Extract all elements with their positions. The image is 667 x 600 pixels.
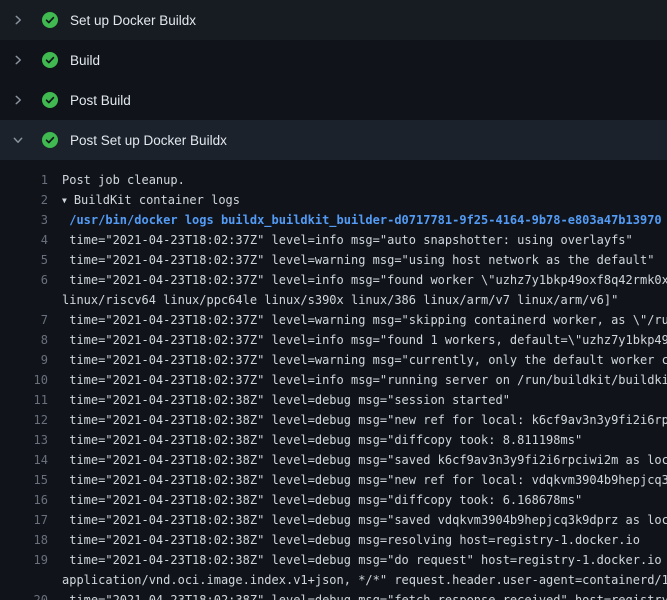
line-number[interactable]: 15 (0, 470, 48, 490)
line-number[interactable]: 4 (0, 230, 48, 250)
line-number[interactable]: 18 (0, 530, 48, 550)
log-line: 19 time="2021-04-23T18:02:38Z" level=deb… (0, 550, 667, 570)
log-text: time="2021-04-23T18:02:37Z" level=warnin… (62, 250, 667, 270)
log-line: 14 time="2021-04-23T18:02:38Z" level=deb… (0, 450, 667, 470)
log-text: ▼ BuildKit container logs (62, 190, 667, 210)
log-line: 20 time="2021-04-23T18:02:38Z" level=deb… (0, 590, 667, 600)
line-number[interactable]: 11 (0, 390, 48, 410)
log-line: 6 time="2021-04-23T18:02:37Z" level=info… (0, 270, 667, 290)
line-number[interactable]: 16 (0, 490, 48, 510)
log-text: time="2021-04-23T18:02:37Z" level=warnin… (62, 350, 667, 370)
log-text: Post job cleanup. (62, 170, 667, 190)
section-header-post-set-up-docker-buildx[interactable]: Post Set up Docker Buildx (0, 120, 667, 160)
log-line: 11 time="2021-04-23T18:02:38Z" level=deb… (0, 390, 667, 410)
section-title: Build (70, 53, 100, 68)
log-text: time="2021-04-23T18:02:38Z" level=debug … (62, 550, 667, 570)
group-label[interactable]: BuildKit container logs (74, 193, 240, 207)
actions-log-viewer: Set up Docker Buildx Build Post Buil (0, 0, 667, 600)
line-number[interactable]: 13 (0, 430, 48, 450)
section-header-set-up-docker-buildx[interactable]: Set up Docker Buildx (0, 0, 667, 40)
log-line: application/vnd.oci.image.index.v1+json,… (0, 570, 667, 590)
success-check-icon (42, 52, 58, 68)
success-check-icon (42, 132, 58, 148)
section-title: Post Set up Docker Buildx (70, 133, 227, 148)
line-number[interactable]: 5 (0, 250, 48, 270)
command-text: /usr/bin/docker logs buildx_buildkit_bui… (62, 210, 667, 230)
log-text: time="2021-04-23T18:02:38Z" level=debug … (62, 430, 667, 450)
log-text: time="2021-04-23T18:02:37Z" level=info m… (62, 230, 667, 250)
log-line: 13 time="2021-04-23T18:02:38Z" level=deb… (0, 430, 667, 450)
section-title: Set up Docker Buildx (70, 13, 196, 28)
log-text: time="2021-04-23T18:02:38Z" level=debug … (62, 410, 667, 430)
step-log-body: 1 Post job cleanup. 2 ▼ BuildKit containe… (0, 160, 667, 600)
line-number[interactable]: 10 (0, 370, 48, 390)
line-number[interactable] (0, 570, 48, 590)
log-line: 4 time="2021-04-23T18:02:37Z" level=info… (0, 230, 667, 250)
log-line: 10 time="2021-04-23T18:02:37Z" level=inf… (0, 370, 667, 390)
line-number[interactable]: 3 (0, 210, 48, 230)
log-text: time="2021-04-23T18:02:38Z" level=debug … (62, 390, 667, 410)
success-check-icon (42, 12, 58, 28)
log-text: time="2021-04-23T18:02:37Z" level=warnin… (62, 310, 667, 330)
line-number[interactable]: 9 (0, 350, 48, 370)
log-text: time="2021-04-23T18:02:38Z" level=debug … (62, 530, 667, 550)
chevron-right-icon[interactable] (10, 12, 26, 28)
log-text: time="2021-04-23T18:02:38Z" level=debug … (62, 590, 667, 600)
log-text: time="2021-04-23T18:02:37Z" level=info m… (62, 370, 667, 390)
log-line: 3 /usr/bin/docker logs buildx_buildkit_b… (0, 210, 667, 230)
line-number[interactable]: 7 (0, 310, 48, 330)
line-number[interactable]: 6 (0, 270, 48, 290)
chevron-right-icon[interactable] (10, 92, 26, 108)
log-text: time="2021-04-23T18:02:37Z" level=info m… (62, 270, 667, 290)
line-number[interactable]: 1 (0, 170, 48, 190)
line-number[interactable]: 12 (0, 410, 48, 430)
log-line: 8 time="2021-04-23T18:02:37Z" level=info… (0, 330, 667, 350)
line-number[interactable]: 19 (0, 550, 48, 570)
log-text: time="2021-04-23T18:02:38Z" level=debug … (62, 510, 667, 530)
section-header-build[interactable]: Build (0, 40, 667, 80)
log-text: linux/riscv64 linux/ppc64le linux/s390x … (62, 290, 667, 310)
log-line: linux/riscv64 linux/ppc64le linux/s390x … (0, 290, 667, 310)
line-number[interactable]: 14 (0, 450, 48, 470)
log-line: 7 time="2021-04-23T18:02:37Z" level=warn… (0, 310, 667, 330)
log-line: 15 time="2021-04-23T18:02:38Z" level=deb… (0, 470, 667, 490)
log-text: time="2021-04-23T18:02:37Z" level=info m… (62, 330, 667, 350)
log-text: time="2021-04-23T18:02:38Z" level=debug … (62, 470, 667, 490)
log-line: 12 time="2021-04-23T18:02:38Z" level=deb… (0, 410, 667, 430)
log-text: time="2021-04-23T18:02:38Z" level=debug … (62, 490, 667, 510)
section-title: Post Build (70, 93, 131, 108)
group-toggle-icon[interactable]: ▼ (62, 191, 67, 210)
chevron-down-icon[interactable] (10, 132, 26, 148)
log-line: 5 time="2021-04-23T18:02:37Z" level=warn… (0, 250, 667, 270)
chevron-right-icon[interactable] (10, 52, 26, 68)
line-number[interactable] (0, 290, 48, 310)
line-number[interactable]: 8 (0, 330, 48, 350)
line-number[interactable]: 2 (0, 190, 48, 210)
log-text: time="2021-04-23T18:02:38Z" level=debug … (62, 450, 667, 470)
log-line: 2 ▼ BuildKit container logs (0, 190, 667, 210)
log-line: 16 time="2021-04-23T18:02:38Z" level=deb… (0, 490, 667, 510)
section-header-post-build[interactable]: Post Build (0, 80, 667, 120)
log-line: 18 time="2021-04-23T18:02:38Z" level=deb… (0, 530, 667, 550)
log-line: 17 time="2021-04-23T18:02:38Z" level=deb… (0, 510, 667, 530)
line-number[interactable]: 17 (0, 510, 48, 530)
step-section-list: Set up Docker Buildx Build Post Buil (0, 0, 667, 160)
log-line: 1 Post job cleanup. (0, 170, 667, 190)
log-text: application/vnd.oci.image.index.v1+json,… (62, 570, 667, 590)
line-number[interactable]: 20 (0, 590, 48, 600)
success-check-icon (42, 92, 58, 108)
log-line: 9 time="2021-04-23T18:02:37Z" level=warn… (0, 350, 667, 370)
